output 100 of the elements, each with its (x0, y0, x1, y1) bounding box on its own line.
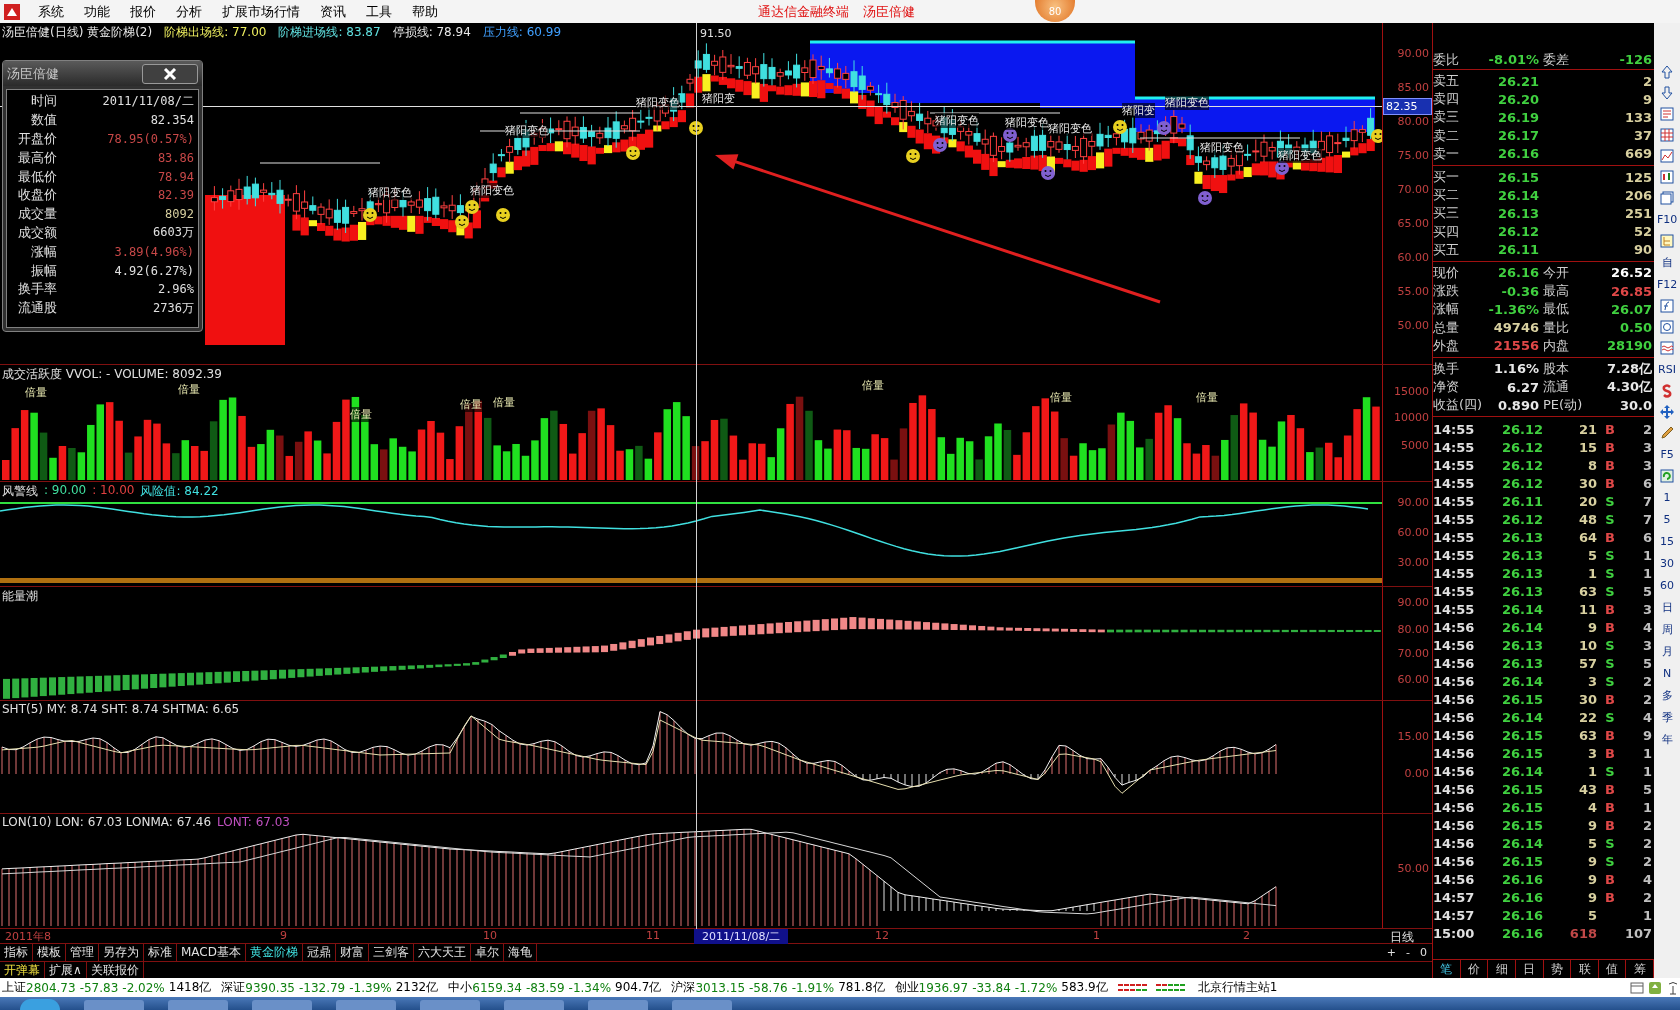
ask-volume: 133 (1623, 109, 1654, 125)
menu-item[interactable]: 功能 (74, 2, 120, 21)
index-change: -83.59 (525, 980, 565, 995)
menu-item[interactable]: 工具 (356, 2, 402, 21)
bid-label: 买二 (1433, 186, 1460, 205)
signal-label: 猪阳变色 (1200, 140, 1244, 155)
trade-price: 26.15 (1500, 745, 1543, 761)
quote-value: 26.85 (1610, 283, 1654, 299)
trade-volume: 15 (1577, 439, 1597, 455)
toolbar-button[interactable]: F10 (1656, 210, 1678, 229)
trade-side: S (1605, 493, 1615, 509)
menu-item[interactable]: 系统 (28, 2, 74, 21)
ask-price: 26.17 (1496, 128, 1539, 144)
trade-time: 14:55 (1433, 493, 1476, 509)
server-name: 北京行情主站1 (1197, 979, 1278, 996)
toolbar-button[interactable]: 15 (1660, 532, 1675, 551)
ask-price: 26.16 (1496, 146, 1539, 162)
field-value: 83.86 (157, 150, 194, 165)
signal-label: 猪阳变色 (505, 123, 549, 138)
toolbar-button[interactable]: 季 (1661, 708, 1673, 727)
menu-item[interactable]: 报价 (120, 2, 166, 21)
trade-price: 26.13 (1500, 583, 1543, 599)
menu-item[interactable]: 分析 (166, 2, 212, 21)
ask-price: 26.20 (1496, 91, 1539, 107)
index-value: 6159.34 (472, 980, 522, 995)
field-label: 最低价 (17, 167, 57, 186)
trade-time: 14:55 (1433, 547, 1476, 563)
toolbar-button[interactable]: F5 (1660, 445, 1674, 464)
bid-label: 买五 (1433, 240, 1460, 259)
toolbar-button[interactable]: 1 (1663, 488, 1671, 507)
trade-count: 7 (1642, 511, 1654, 527)
index-change: -33.84 (972, 980, 1011, 995)
signal-label: 猪阳变色 (368, 185, 412, 200)
toolbar-button[interactable]: 日 (1661, 598, 1673, 617)
trade-time: 14:56 (1433, 655, 1476, 671)
toolbar-button[interactable]: F12 (1656, 275, 1678, 294)
trade-side: S (1605, 763, 1615, 779)
toolbar-button[interactable]: 月 (1661, 642, 1673, 661)
trade-volume: 21 (1577, 421, 1597, 437)
index-percent: -1.39% (349, 980, 392, 995)
trade-price: 26.12 (1500, 421, 1543, 437)
toolbar-button[interactable]: 周 (1661, 620, 1673, 639)
trade-volume: 22 (1577, 709, 1597, 725)
trade-time: 14:55 (1433, 583, 1476, 599)
trade-time: 14:56 (1433, 709, 1476, 725)
menu-item[interactable]: 帮助 (402, 2, 448, 21)
bid-price: 26.12 (1496, 224, 1539, 240)
menu-item[interactable]: 扩展市场行情 (212, 2, 310, 21)
indicator-legend: 能量潮 (2, 588, 38, 606)
field-label: 收盘价 (17, 186, 57, 205)
trade-side: B (1605, 421, 1615, 437)
volume-marker: 倍量 (350, 406, 372, 422)
trade-time: 14:55 (1433, 601, 1476, 617)
trade-side: B (1605, 745, 1615, 761)
quote-label: 收益(四) (1433, 396, 1484, 415)
ask-label: 卖五 (1433, 72, 1460, 91)
trade-count: 9 (1642, 727, 1654, 743)
trade-time: 14:56 (1433, 763, 1476, 779)
trade-time: 14:57 (1433, 889, 1476, 905)
axis-label: 5000 (1401, 438, 1429, 452)
bid-price: 26.14 (1496, 187, 1539, 203)
toolbar-button[interactable]: 30 (1660, 554, 1675, 573)
toolbar-button[interactable]: 自 (1661, 253, 1673, 272)
quote-value: 0.50 (1619, 320, 1654, 336)
ask-price: 26.21 (1496, 73, 1539, 89)
trade-volume: 9 (1586, 853, 1597, 869)
toolbar-button[interactable]: 5 (1663, 510, 1671, 529)
trade-side: B (1605, 871, 1615, 887)
trade-time: 14:55 (1433, 565, 1476, 581)
trade-volume: 30 (1577, 475, 1597, 491)
trade-time: 14:56 (1433, 619, 1476, 635)
axis-label: 60.00 (1397, 251, 1429, 264)
trade-volume: 43 (1577, 781, 1597, 797)
trade-time: 14:56 (1433, 817, 1476, 833)
trade-time: 14:57 (1433, 907, 1476, 923)
menu-item[interactable]: 资讯 (310, 2, 356, 21)
trade-side: S (1605, 583, 1615, 599)
toolbar-button[interactable]: RSI (1658, 360, 1676, 379)
quote-label: 涨幅 (1433, 300, 1460, 319)
cursor-price-label: 82.35 (1383, 98, 1432, 115)
trade-volume: 30 (1577, 691, 1597, 707)
toolbar-button[interactable]: N (1662, 664, 1672, 683)
trade-side: B (1605, 799, 1615, 815)
index-name: 中小 (448, 979, 473, 996)
trade-count: 3 (1642, 637, 1654, 653)
trade-side: S (1605, 853, 1615, 869)
axis-label: 80.00 (1397, 115, 1429, 128)
trade-price: 26.13 (1500, 529, 1543, 545)
quote-label: 净资 (1433, 378, 1460, 397)
trade-count: 1 (1642, 547, 1654, 563)
toolbar-button[interactable]: 多 (1661, 686, 1673, 705)
trade-side: S (1605, 709, 1615, 725)
volume-marker: 倍量 (25, 384, 47, 400)
axis-label: 30.00 (1397, 555, 1429, 569)
trade-price: 26.11 (1500, 493, 1543, 509)
field-value: 2.96% (157, 282, 194, 297)
field-label: 最高价 (17, 148, 57, 167)
toolbar-button[interactable]: 年 (1661, 730, 1673, 749)
trade-count: 2 (1642, 853, 1654, 869)
toolbar-button[interactable]: 60 (1660, 576, 1675, 595)
